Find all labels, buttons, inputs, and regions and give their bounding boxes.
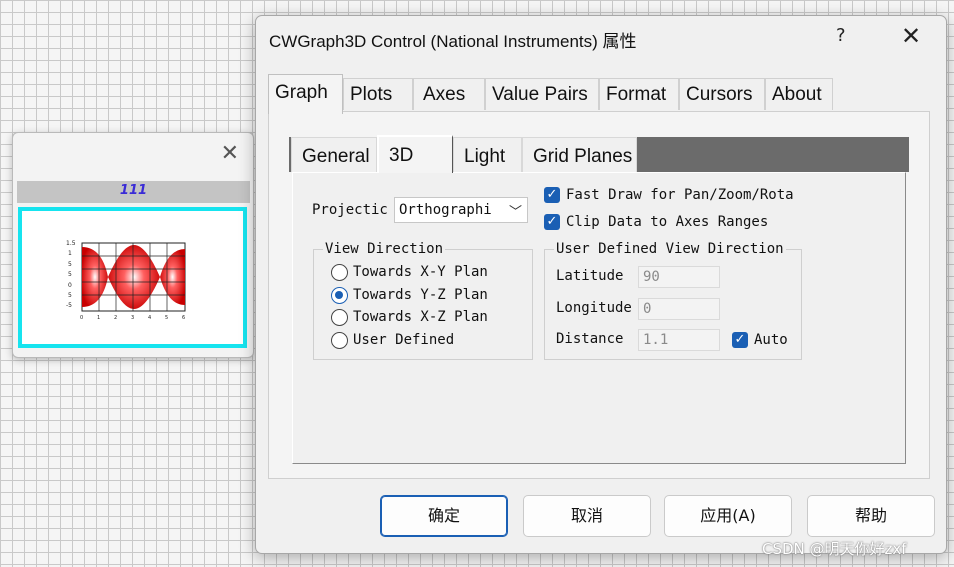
distance-input[interactable]: 1.1 [638,329,720,351]
dialog-title: CWGraph3D Control (National Instruments)… [269,32,637,51]
view-direction-title: View Direction [323,241,446,257]
radio-label: Towards X-Y Plan [353,264,488,280]
y-tick: 5 [68,292,72,299]
tab-format[interactable]: Format [599,78,679,110]
close-icon[interactable]: ✕ [901,22,921,50]
chevron-down-icon: ﹀ [508,205,522,220]
x-tick: 3 [131,315,134,321]
distance-label: Distance [556,331,624,347]
close-icon[interactable]: ✕ [221,143,239,165]
y-tick: 1 [68,250,72,257]
projection-select[interactable]: Orthographi ﹀ [394,197,528,223]
latitude-label: Latitude [556,268,624,284]
subtab-3d[interactable]: 3D [377,135,453,173]
x-tick: 6 [182,315,185,321]
y-tick: 1.5 [66,240,76,247]
tab-value-pairs[interactable]: Value Pairs [485,78,599,110]
longitude-label: Longitude [556,300,632,316]
radio-towards-yz[interactable] [331,287,348,304]
radio-towards-xy[interactable] [331,264,348,281]
y-tick: 5 [68,271,72,278]
latitude-value: 90 [643,269,660,285]
graph-3d-preview[interactable]: 1.5 1 5 5 0 5 -5 0 1 2 3 4 5 6 [18,207,247,348]
cancel-button[interactable]: 取消 [523,495,651,537]
latitude-input[interactable]: 90 [638,266,720,288]
subtab-grid-planes[interactable]: Grid Planes [522,137,637,172]
radio-label: Towards Y-Z Plan [353,287,488,303]
help-button[interactable]: 帮助 [807,495,935,537]
auto-label: Auto [754,332,788,348]
tab-axes[interactable]: Axes [413,78,485,110]
check-icon: ✓ [546,187,558,202]
x-tick: 2 [114,315,117,321]
x-tick: 4 [148,315,151,321]
x-tick: 0 [80,315,83,321]
user-defined-title: User Defined View Direction [554,241,786,257]
graph-3d-plot: 1.5 1 5 5 0 5 -5 0 1 2 3 4 5 6 [66,240,186,321]
help-icon[interactable]: ? [836,25,846,46]
tab-about[interactable]: About [765,78,833,110]
distance-value: 1.1 [643,332,669,348]
auto-checkbox[interactable]: ✓ [732,332,748,348]
clip-data-label: Clip Data to Axes Ranges [566,214,769,230]
projection-label: Projectic [312,202,388,218]
ok-button[interactable]: 确定 [380,495,508,537]
check-icon: ✓ [546,214,558,229]
tab-cursors[interactable]: Cursors [679,78,765,110]
apply-button[interactable]: 应用(A) [664,495,792,537]
longitude-value: 0 [643,301,652,317]
radio-label: Towards X-Z Plan [353,309,488,325]
x-tick: 5 [165,315,168,321]
radio-towards-xz[interactable] [331,309,348,326]
y-tick: -5 [66,302,72,309]
subtab-light[interactable]: Light [453,137,522,172]
clip-data-checkbox[interactable]: ✓ [544,214,560,230]
preview-window: ✕ 111 1.5 1 5 5 0 5 -5 0 1 2 3 4 5 6 [12,132,254,358]
y-tick-labels: 1.5 1 5 5 0 5 -5 [66,240,76,309]
graph-caption-bar: 111 [17,181,250,203]
longitude-input[interactable]: 0 [638,298,720,320]
fast-draw-label: Fast Draw for Pan/Zoom/Rota [566,187,794,203]
subtab-general[interactable]: General [291,137,377,172]
graph-caption: 111 [119,183,148,198]
tab-plots[interactable]: Plots [343,78,413,110]
radio-label: User Defined [353,332,455,348]
tab-graph[interactable]: Graph [268,74,343,114]
y-tick: 0 [68,282,72,289]
watermark: CSDN @明天你好zxf [762,540,907,558]
y-tick: 5 [68,261,72,268]
check-icon: ✓ [734,332,746,347]
radio-user-defined[interactable] [331,332,348,349]
fast-draw-checkbox[interactable]: ✓ [544,187,560,203]
x-tick-labels: 0 1 2 3 4 5 6 [80,315,185,321]
properties-dialog: CWGraph3D Control (National Instruments)… [255,15,947,554]
x-tick: 1 [97,315,100,321]
projection-value: Orthographi [399,202,492,218]
